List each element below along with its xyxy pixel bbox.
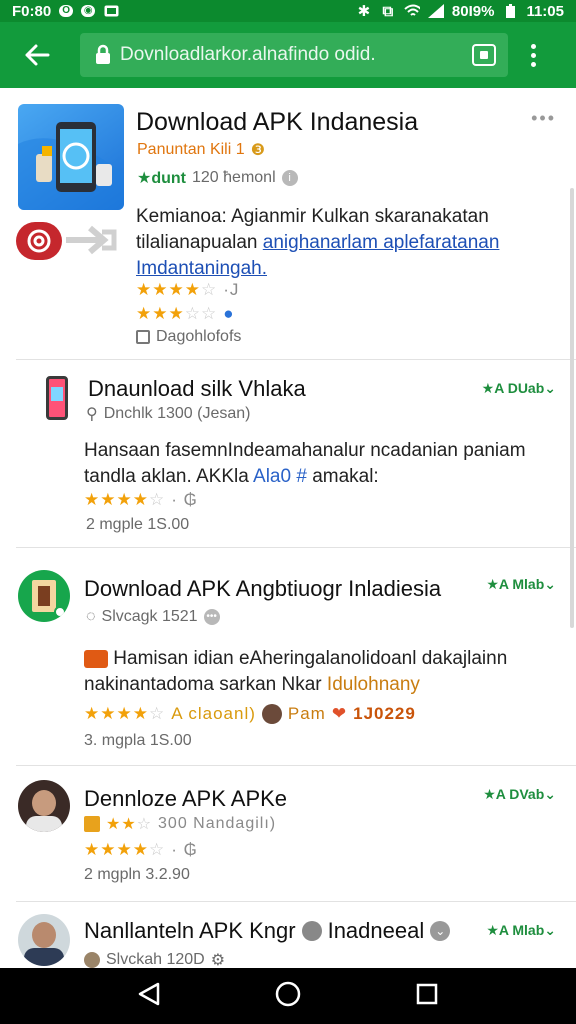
item-2-badge-text: Pam	[287, 704, 326, 723]
system-nav-bar	[0, 968, 576, 1024]
avatar	[18, 914, 70, 966]
chat-icon: ◌	[86, 608, 96, 625]
notification-icon: O	[59, 5, 74, 17]
featured-developer: Panuntan Kili 1	[137, 141, 245, 158]
more-icon: •••	[203, 609, 220, 625]
scrollbar[interactable]	[570, 188, 574, 628]
signal-icon	[427, 4, 444, 18]
nav-recents-button[interactable]	[416, 983, 438, 1010]
browser-toolbar: Dovnloadlarkor.alnafindo odid.	[0, 22, 576, 88]
lock-icon	[96, 44, 110, 64]
overflow-menu-button[interactable]	[516, 33, 550, 77]
featured-rating-2: ★★★☆☆ ●	[136, 304, 235, 323]
url-text: Dovnloadlarkor.alnafindo odid.	[120, 44, 376, 65]
developer-badge-icon: ❸	[250, 142, 265, 159]
downloads-label: ★dunt	[137, 170, 186, 187]
avatar	[261, 704, 282, 724]
status-time-right: 11:05	[526, 2, 564, 20]
rating-badge: ·J	[223, 280, 240, 299]
clip-icon	[84, 952, 100, 968]
downloads-count: 120 ħemonl	[192, 169, 276, 186]
item-2-desc-icon	[84, 649, 108, 668]
item-2-meta: ◌ Slvcagk 1521 •••	[86, 608, 220, 626]
square-recents-icon	[417, 983, 438, 1004]
list-item[interactable]: Download APK Angbtiuogr Inladiesia ★A Ml…	[16, 548, 576, 766]
item-2-rating: ★★★★☆ A claoanl) Pam ❤ 1J0229	[84, 704, 416, 724]
status-bar: F0:80 O ◉ ✱ ⧉ 80I9% 11:05	[0, 0, 576, 22]
triangle-back-icon	[138, 982, 159, 1005]
back-button[interactable]	[14, 32, 60, 78]
item-1-meta: ⚲ Dnchlk 1300 (Jesan)	[86, 405, 251, 423]
nav-back-button[interactable]	[138, 982, 160, 1011]
featured-app-icon	[18, 104, 124, 210]
item-4-install-tag[interactable]: ★A Mlab⌄	[486, 922, 556, 939]
item-3-install-tag[interactable]: ★A DVab⌄	[483, 786, 556, 803]
item-4-meta: Slvckah 120D ⚙	[84, 950, 225, 968]
featured-app-card[interactable]: ••• Download APK Indanesia Panuntan Kili…	[16, 88, 576, 360]
wifi-icon	[404, 4, 420, 18]
featured-category-row: Dagohlofofs	[136, 328, 241, 346]
share-logo-icon	[16, 222, 62, 260]
battery-percent: 80I9%	[451, 2, 495, 20]
vibrate-icon: ⧉	[382, 2, 394, 20]
circle-home-icon	[275, 981, 301, 1006]
item-1-footer: 2 mgple 1S.00	[86, 516, 190, 533]
item-1-rating: ★★★★☆ · ₲	[84, 490, 198, 509]
thumbs-icon: · ₲	[171, 840, 198, 859]
item-1-description: Hansaan fasemnIndeamahanalur ncadanian p…	[84, 440, 526, 487]
flag-icon	[84, 816, 100, 832]
featured-description: Kemianoa: Agianmir Kulkan skaranakatan t…	[136, 206, 500, 279]
item-3-meta: ★★☆ 300 Nandagilı)	[84, 814, 276, 834]
featured-title[interactable]: Download APK Indanesia	[136, 108, 418, 137]
item-3-title[interactable]: Dennloze APK APKe	[84, 786, 287, 812]
info-icon: i	[281, 170, 298, 186]
item-1-title[interactable]: Dnaunload silk Vhlaka	[88, 376, 306, 402]
item-2-description: Hamisan idian eAheringalanolidoanl dakaj…	[84, 648, 508, 695]
battery-icon	[502, 4, 518, 18]
item-3-footer: 2 mgpln 3.2.90	[84, 866, 190, 883]
item-2-icon	[18, 570, 70, 622]
featured-developer-row: Panuntan Kili 1 ❸	[137, 140, 265, 160]
category-icon	[136, 330, 150, 344]
page-content: ••• Download APK Indanesia Panuntan Kili…	[0, 88, 576, 968]
avatar	[18, 780, 70, 832]
user-icon: ⚲	[86, 406, 98, 423]
item-2-footer: 3. mgpla 1S.00	[84, 732, 192, 749]
featured-category: Dagohlofofs	[156, 328, 242, 345]
bluetooth-icon: ✱	[357, 3, 371, 20]
item-3-rating: ★★★★☆ · ₲	[84, 840, 198, 859]
tab-switcher-button[interactable]	[472, 44, 496, 66]
photo-icon	[103, 4, 119, 18]
share-arrow-icon	[62, 220, 122, 265]
nav-home-button[interactable]	[275, 981, 301, 1012]
item-1-install-tag[interactable]: ★A DUab⌄	[482, 380, 556, 397]
heart-icon: ❤	[331, 704, 348, 723]
item-4-title[interactable]: Nanllanteln APK Kngr Inadneeal ⌄	[84, 918, 451, 944]
item-1-icon	[46, 376, 68, 420]
featured-downloads-row: ★dunt 120 ħemonl i	[137, 168, 298, 188]
settings-icon: ⚙	[210, 952, 226, 968]
item-2-install-tag[interactable]: ★A Mlab⌄	[486, 576, 556, 593]
item-2-rating-text: A claoanl)	[171, 704, 256, 723]
item-1-description-link[interactable]: Ala0 #	[253, 466, 307, 487]
item-2-badge-code: 1J0229	[353, 704, 416, 723]
arrow-back-icon	[25, 44, 50, 66]
list-item[interactable]: Nanllanteln APK Kngr Inadneeal ⌄ ★A Mlab…	[16, 902, 576, 968]
thumbs-icon: · ₲	[171, 490, 198, 509]
item-2-description-link[interactable]: Idulohnany	[327, 674, 420, 695]
featured-rating-1: ★★★★☆ ·J	[136, 280, 240, 299]
chevron-down-icon: ⌄	[430, 921, 451, 941]
verified-icon: ●	[223, 304, 235, 323]
item-2-title[interactable]: Download APK Angbtiuogr Inladiesia	[84, 576, 441, 602]
featured-menu-icon[interactable]: •••	[531, 108, 556, 129]
address-bar[interactable]: Dovnloadlarkor.alnafindo odid.	[80, 33, 508, 77]
list-item[interactable]: Dennloze APK APKe ★A DVab⌄ ★★☆ 300 Nanda…	[16, 766, 576, 902]
messenger-icon: ◉	[81, 5, 96, 17]
person-icon	[301, 921, 322, 941]
status-time-left: F0:80	[12, 2, 52, 20]
list-item[interactable]: Dnaunload silk Vhlaka ★A DUab⌄ ⚲ Dnchlk …	[16, 360, 576, 548]
